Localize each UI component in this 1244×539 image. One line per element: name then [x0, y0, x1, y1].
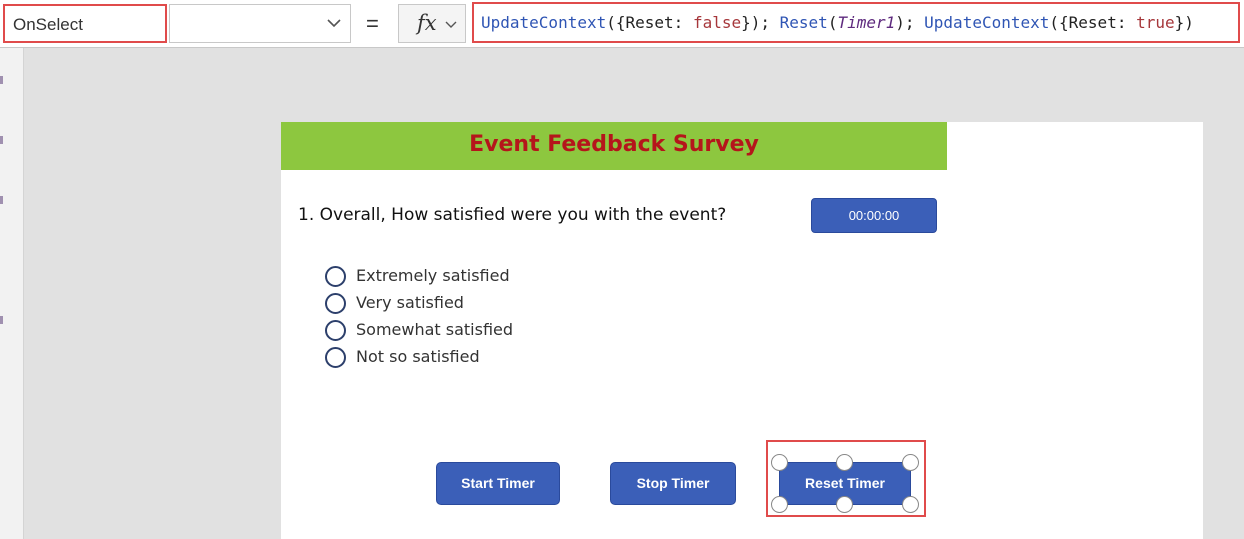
formula-punct: ({Reset:	[1049, 13, 1137, 32]
formula-punct: );	[895, 13, 925, 32]
fx-button[interactable]: fx	[398, 4, 466, 43]
formula-function: UpdateContext	[481, 13, 607, 32]
formula-control-ref: Timer1	[837, 13, 896, 32]
resize-handle-top-left[interactable]	[771, 454, 788, 471]
formula-input[interactable]: UpdateContext({Reset: false}); Reset(Tim…	[472, 2, 1240, 43]
formula-function: Reset	[779, 13, 828, 32]
formula-punct: ({Reset:	[606, 13, 693, 32]
rail-tick	[0, 76, 3, 84]
radio-circle[interactable]	[325, 293, 346, 314]
radio-circle[interactable]	[325, 347, 346, 368]
formula-value: true	[1136, 13, 1175, 32]
timer-display[interactable]: 00:00:00	[811, 198, 937, 233]
resize-handle-bottom-right[interactable]	[902, 496, 919, 513]
header-banner: Event Feedback Survey	[281, 122, 947, 170]
stop-timer-button[interactable]: Stop Timer	[610, 462, 736, 505]
radio-circle[interactable]	[325, 320, 346, 341]
radio-label: Not so satisfied	[356, 347, 480, 366]
resize-handle-top-center[interactable]	[836, 454, 853, 471]
rail-tick	[0, 136, 3, 144]
start-timer-button[interactable]: Start Timer	[436, 462, 560, 505]
chevron-down-icon	[327, 19, 341, 28]
question-label: 1. Overall, How satisfied were you with …	[298, 205, 727, 225]
radio-label: Somewhat satisfied	[356, 320, 514, 339]
property-name: OnSelect	[13, 15, 83, 34]
resize-handle-bottom-left[interactable]	[771, 496, 788, 513]
radio-label: Extremely satisfied	[356, 266, 510, 285]
app-screen: Event Feedback Survey 1. Overall, How sa…	[281, 122, 1203, 539]
rail-tick	[0, 196, 3, 204]
survey-title: Event Feedback Survey	[469, 132, 759, 157]
equals-sign: =	[366, 11, 379, 36]
formula-punct: (	[827, 13, 838, 32]
property-dropdown[interactable]	[169, 4, 351, 43]
rail-tick	[0, 316, 3, 324]
formula-function: UpdateContext	[924, 13, 1050, 32]
formula-punct: })	[1174, 13, 1194, 32]
fx-icon: fx	[417, 11, 437, 35]
property-selector[interactable]: OnSelect	[3, 4, 167, 43]
radio-label: Very satisfied	[356, 293, 464, 312]
radio-circle[interactable]	[325, 266, 346, 287]
formula-punct: });	[741, 13, 780, 32]
formula-value: false	[692, 13, 742, 32]
left-rail	[0, 48, 24, 539]
formula-bar: OnSelect = fx UpdateContext({Reset: fals…	[0, 0, 1244, 48]
formula-text: UpdateContext({Reset: false}); Reset(Tim…	[481, 13, 1194, 32]
chevron-down-icon	[445, 21, 457, 28]
resize-handle-top-right[interactable]	[902, 454, 919, 471]
resize-handle-bottom-center[interactable]	[836, 496, 853, 513]
